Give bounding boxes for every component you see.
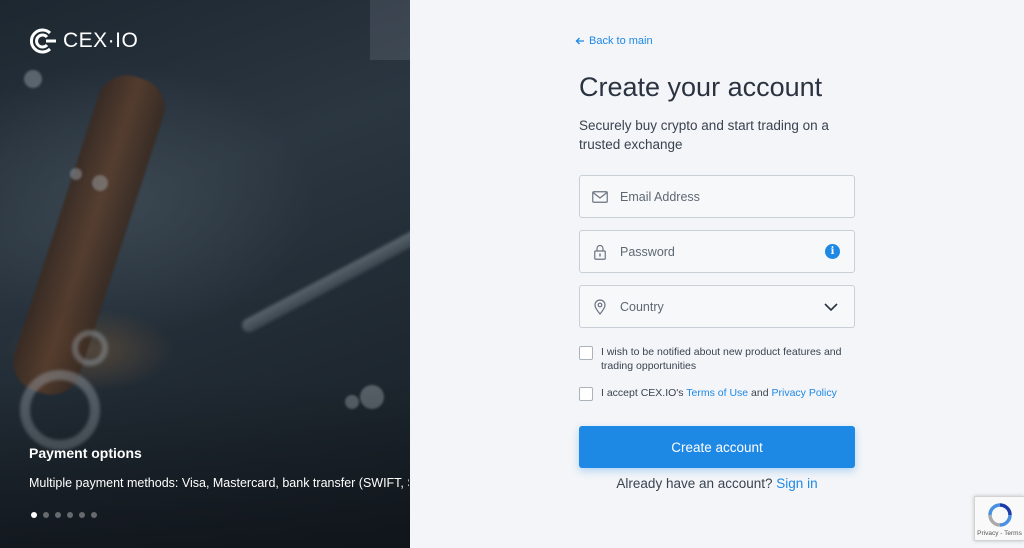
privacy-policy-link[interactable]: Privacy Policy <box>771 387 836 399</box>
hero-image-ring <box>72 330 108 366</box>
notify-checkbox[interactable] <box>579 346 593 360</box>
carousel-dot[interactable] <box>67 512 73 518</box>
terms-of-use-link[interactable]: Terms of Use <box>686 387 748 399</box>
hero-image-rivet <box>70 168 82 180</box>
carousel-dot[interactable] <box>31 512 37 518</box>
email-placeholder: Email Address <box>620 189 700 204</box>
slide-text: Multiple payment methods: Visa, Masterca… <box>29 476 409 490</box>
hero-image-rivet <box>92 175 108 191</box>
accept-prefix: I accept CEX.IO's <box>601 387 687 399</box>
sign-in-link[interactable]: Sign in <box>776 476 817 491</box>
hero-image-rivet <box>24 70 42 88</box>
brand-name: CEX·IO <box>63 29 139 52</box>
accept-terms-label: I accept CEX.IO's Terms of Use and Priva… <box>601 386 837 400</box>
accept-terms-row[interactable]: I accept CEX.IO's Terms of Use and Priva… <box>579 386 855 401</box>
carousel-dot[interactable] <box>79 512 85 518</box>
notify-checkbox-row[interactable]: I wish to be notified about new product … <box>579 345 855 373</box>
recaptcha-label: Privacy - Terms <box>977 530 1022 537</box>
carousel-dot[interactable] <box>43 512 49 518</box>
country-placeholder: Country <box>620 299 664 314</box>
create-account-button[interactable]: Create account <box>579 426 855 468</box>
hero-shade <box>0 380 410 548</box>
map-pin-icon-wrap <box>580 298 620 315</box>
brand-logo[interactable]: CEX·IO <box>28 26 138 56</box>
carousel-dot[interactable] <box>91 512 97 518</box>
lock-icon-wrap <box>580 244 620 260</box>
hero-image-rod <box>239 219 410 335</box>
envelope-icon <box>592 190 608 203</box>
notify-label: I wish to be notified about new product … <box>601 346 842 372</box>
recaptcha-badge[interactable]: Privacy - Terms <box>974 496 1024 541</box>
recaptcha-icon <box>987 503 1012 527</box>
slide-title: Payment options <box>29 445 142 461</box>
signin-prompt: Already have an account? Sign in <box>579 476 855 491</box>
carousel-dots <box>31 512 97 518</box>
envelope-icon-wrap <box>580 190 620 203</box>
accept-and: and <box>748 387 772 399</box>
chevron-down-icon <box>824 302 838 311</box>
accept-terms-checkbox[interactable] <box>579 387 593 401</box>
map-pin-icon <box>594 298 606 315</box>
back-to-main-label: Back to main <box>589 35 653 47</box>
signin-prompt-text: Already have an account? <box>616 476 773 491</box>
hero-panel: CEX·IO Payment options Multiple payment … <box>0 0 410 548</box>
hero-image-band <box>370 0 410 60</box>
cexio-logo-icon <box>30 28 56 54</box>
page-subtitle: Securely buy crypto and start trading on… <box>579 118 829 152</box>
back-to-main-link[interactable]: Back to main <box>575 35 653 47</box>
lock-icon <box>594 244 606 260</box>
arrow-left-icon <box>575 37 584 45</box>
info-icon[interactable]: i <box>825 244 840 259</box>
password-placeholder: Password <box>620 244 675 259</box>
carousel-dot[interactable] <box>55 512 61 518</box>
password-field[interactable]: Password i <box>579 230 855 273</box>
page-title: Create your account <box>579 72 823 102</box>
country-select[interactable]: Country <box>579 285 855 328</box>
email-field[interactable]: Email Address <box>579 175 855 218</box>
